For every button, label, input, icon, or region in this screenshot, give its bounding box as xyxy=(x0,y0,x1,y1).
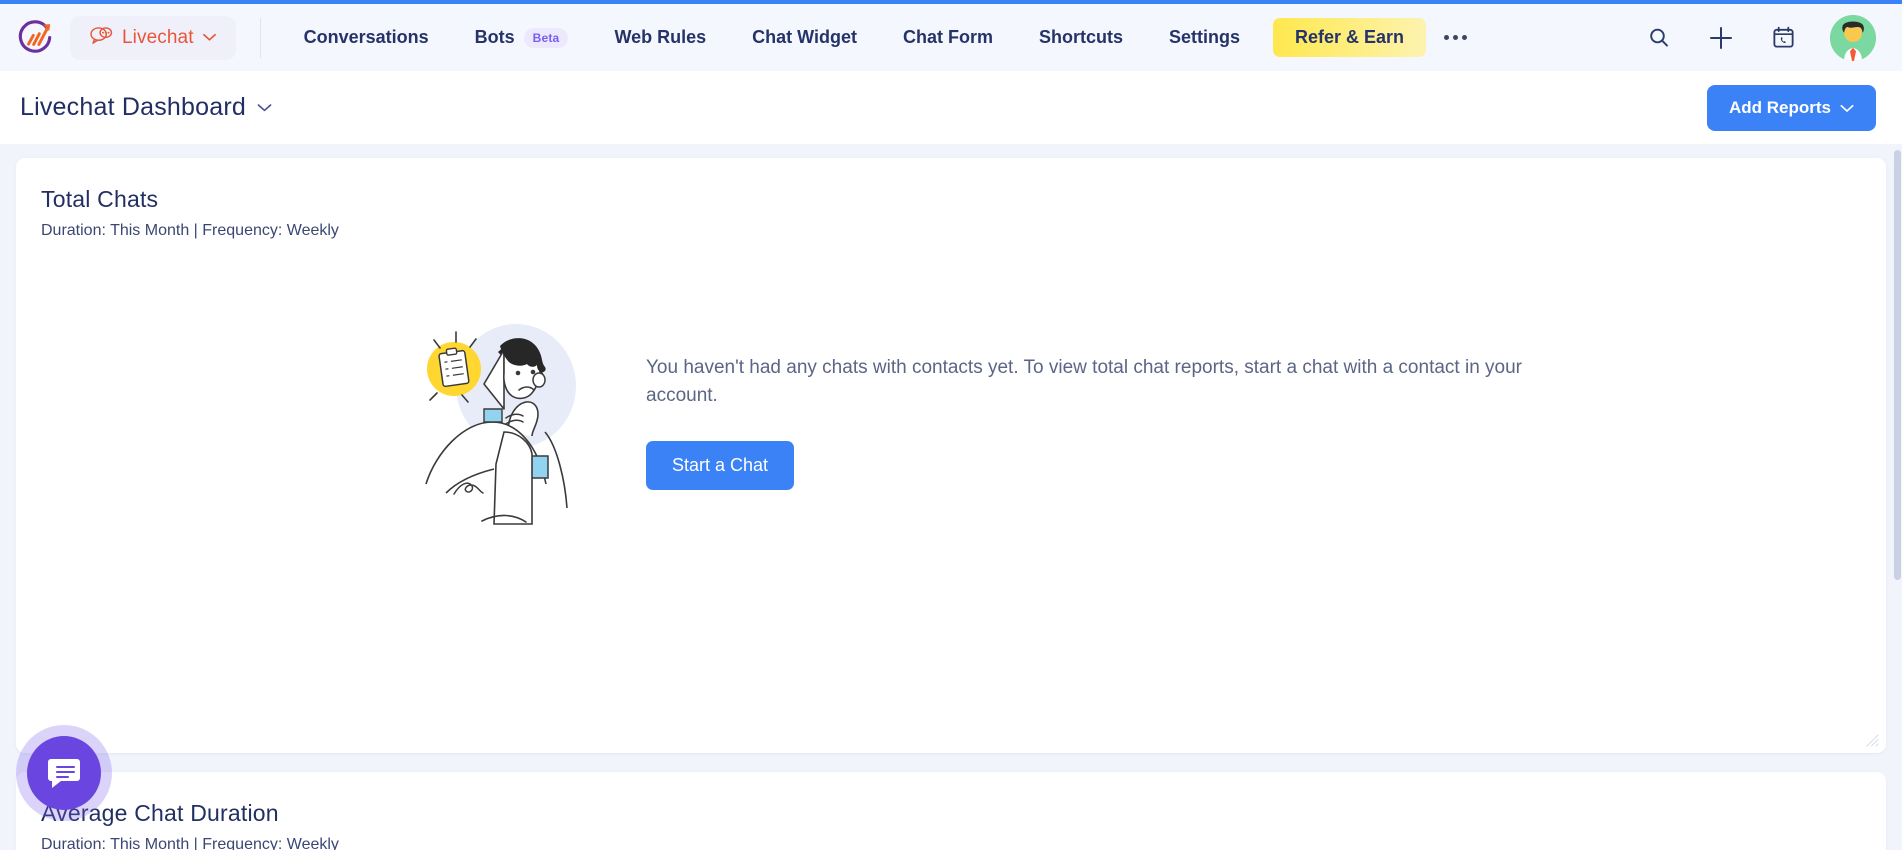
chat-launcher-circle xyxy=(27,736,101,810)
person-thinking-with-clipboard-illustration xyxy=(406,314,586,529)
add-reports-button[interactable]: Add Reports xyxy=(1707,84,1876,131)
chevron-down-icon xyxy=(202,33,216,42)
add-plus-icon[interactable] xyxy=(1706,23,1736,53)
nav-item-label: Web Rules xyxy=(614,27,707,47)
card-resize-handle[interactable] xyxy=(1862,730,1879,747)
card-header: Total Chats Duration: This Month | Frequ… xyxy=(16,158,1886,240)
dashboard-main-area: Total Chats Duration: This Month | Frequ… xyxy=(0,144,1902,850)
dashboard-title-selector[interactable]: Livechat Dashboard xyxy=(20,93,272,122)
top-navigation-bar: Livechat Conversations Bots Beta Web Rul… xyxy=(0,4,1902,71)
growth-logo-icon xyxy=(18,19,52,53)
page-scrollbar-thumb[interactable] xyxy=(1894,150,1901,580)
report-card-total-chats: Total Chats Duration: This Month | Frequ… xyxy=(16,158,1886,753)
nav-item-bots[interactable]: Bots Beta xyxy=(452,18,592,57)
schedule-call-icon[interactable] xyxy=(1768,23,1798,53)
beta-badge: Beta xyxy=(523,27,569,48)
chat-message-icon xyxy=(48,759,80,788)
nav-item-chat-form[interactable]: Chat Form xyxy=(880,18,1016,57)
card-subtitle: Duration: This Month | Frequency: Weekly xyxy=(41,222,339,239)
chat-bubbles-icon xyxy=(90,26,113,50)
chat-widget-launcher[interactable] xyxy=(16,725,112,821)
nav-item-conversations[interactable]: Conversations xyxy=(281,18,452,57)
search-icon[interactable] xyxy=(1644,23,1674,53)
nav-item-label: Chat Form xyxy=(902,27,993,47)
user-avatar[interactable] xyxy=(1830,14,1876,61)
nav-item-label: Shortcuts xyxy=(1038,27,1123,47)
livechat-product-switcher[interactable]: Livechat xyxy=(70,15,236,60)
livechat-label: Livechat xyxy=(122,26,194,48)
page-title: Livechat Dashboard xyxy=(20,93,246,121)
card-subtitle: Duration: This Month | Frequency: Weekly xyxy=(41,836,339,850)
dashboard-page-header: Livechat Dashboard Add Reports xyxy=(0,71,1902,144)
card-title: Average Chat Duration xyxy=(41,800,279,826)
report-card-average-chat-duration: Average Chat Duration Duration: This Mon… xyxy=(16,772,1886,850)
nav-item-refer-and-earn[interactable]: Refer & Earn xyxy=(1272,18,1427,57)
nav-right-actions xyxy=(1644,14,1902,61)
nav-item-settings[interactable]: Settings xyxy=(1146,18,1263,57)
empty-state-message: You haven't had any chats with contacts … xyxy=(646,356,1522,407)
more-options-icon[interactable] xyxy=(1426,25,1485,50)
nav-divider xyxy=(259,17,261,58)
empty-state: You haven't had any chats with contacts … xyxy=(16,314,1886,529)
chevron-down-icon xyxy=(1840,98,1854,118)
nav-item-label: Bots xyxy=(474,27,515,47)
start-a-chat-button[interactable]: Start a Chat xyxy=(646,440,795,490)
nav-item-shortcuts[interactable]: Shortcuts xyxy=(1016,18,1146,57)
nav-item-label: Chat Widget xyxy=(752,27,857,47)
chevron-down-icon xyxy=(257,103,272,113)
nav-item-label: Settings xyxy=(1168,27,1240,47)
empty-state-content: You haven't had any chats with contacts … xyxy=(646,354,1526,490)
nav-item-web-rules[interactable]: Web Rules xyxy=(591,18,729,57)
add-reports-label: Add Reports xyxy=(1729,97,1831,117)
app-logo[interactable] xyxy=(0,4,70,71)
nav-item-label: Conversations xyxy=(303,27,429,47)
refer-and-earn-label: Refer & Earn xyxy=(1294,27,1405,47)
nav-item-chat-widget[interactable]: Chat Widget xyxy=(729,18,880,57)
primary-nav-items: Conversations Bots Beta Web Rules Chat W… xyxy=(281,18,1644,57)
card-title: Total Chats xyxy=(41,186,159,212)
card-header: Average Chat Duration Duration: This Mon… xyxy=(16,772,1886,850)
